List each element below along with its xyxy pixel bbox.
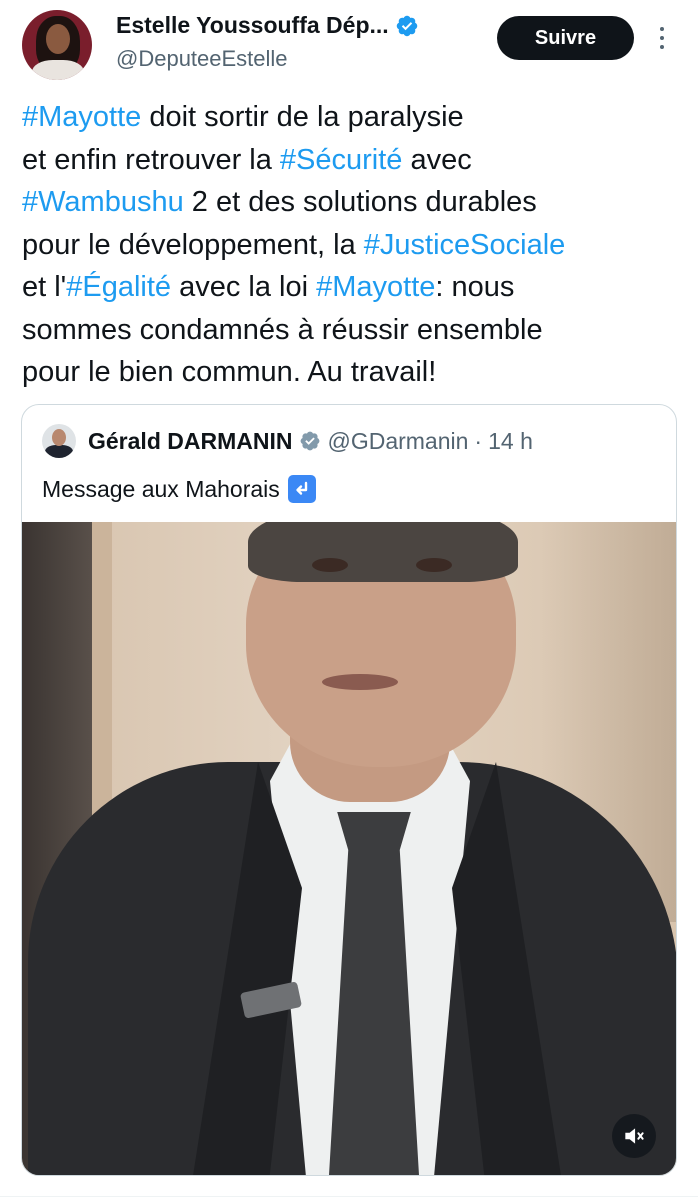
quoted-tweet-text: Message aux Mahorais [42,475,316,503]
quoted-timestamp[interactable]: 14 h [488,428,533,455]
tweet-text-segment: sommes condamnés à réussir ensemble [22,313,543,346]
separator-dot: · [474,427,483,454]
hashtag-link[interactable]: #Mayotte [316,271,435,303]
tweet-text-line: #Wambushu 2 et des solutions durables [22,181,672,224]
tweet-text-line: et enfin retrouver la #Sécurité avec [22,139,672,182]
tweet-text: #Mayotte doit sortir de la paralysie et e… [22,96,672,394]
tweet-text-segment: doit sortir de la paralysie [141,101,464,133]
quoted-verified-badge-icon [301,431,320,451]
video-player[interactable] [22,522,676,1175]
hashtag-link[interactable]: #Sécurité [280,144,403,176]
tweet-text-segment: avec la loi [171,271,317,303]
follow-button[interactable]: Suivre [497,16,634,60]
author-avatar[interactable] [22,10,92,80]
tweet-text-segment: pour le développement, la [22,228,364,261]
hashtag-link[interactable]: #JusticeSociale [364,229,566,261]
bottom-divider [0,1196,698,1197]
tweet-text-line: pour le développement, la #JusticeSocial… [22,224,672,267]
tweet-text-segment: et enfin retrouver la [22,143,280,176]
author-name-row[interactable]: Estelle Youssouffa Dép... [116,12,419,39]
quoted-tweet-header: Gérald DARMANIN @GDarmanin · 14 h [42,423,533,459]
quoted-author-name[interactable]: Gérald DARMANIN [88,428,292,455]
tweet-text-segment: 2 et des solutions durables [183,186,537,218]
tweet-text-line: et l'#Égalité avec la loi #Mayotte: nous [22,266,672,309]
author-display-name[interactable]: Estelle Youssouffa Dép... [116,12,389,39]
tweet-text-segment: pour le bien commun. Au travail! [22,356,437,388]
tweet-text-segment: : nous [435,271,515,303]
hashtag-link[interactable]: #Wambushu [22,186,184,218]
tweet-text-line: #Mayotte doit sortir de la paralysie [22,96,672,139]
mute-toggle-icon[interactable] [612,1114,656,1158]
quoted-tweet[interactable]: Gérald DARMANIN @GDarmanin · 14 h Messag… [21,404,677,1176]
arrow-down-left-icon [287,475,316,503]
tweet-text-segment: et l' [22,271,67,303]
tweet-header: Estelle Youssouffa Dép... @DeputeeEstell… [0,0,698,96]
quoted-author-handle[interactable]: @GDarmanin [327,428,468,455]
hashtag-link[interactable]: #Égalité [66,271,171,303]
quoted-author-avatar[interactable] [42,424,76,458]
author-handle[interactable]: @DeputeeEstelle [116,46,288,72]
more-options-icon[interactable] [650,18,674,58]
quoted-tweet-text-content: Message aux Mahorais [42,475,280,502]
tweet-text-line: sommes condamnés à réussir ensemble [22,309,672,352]
tweet-text-line: pour le bien commun. Au travail! [22,351,672,394]
tweet-text-segment: avec [402,143,472,176]
hashtag-link[interactable]: #Mayotte [22,101,141,133]
verified-badge-icon [396,15,417,36]
